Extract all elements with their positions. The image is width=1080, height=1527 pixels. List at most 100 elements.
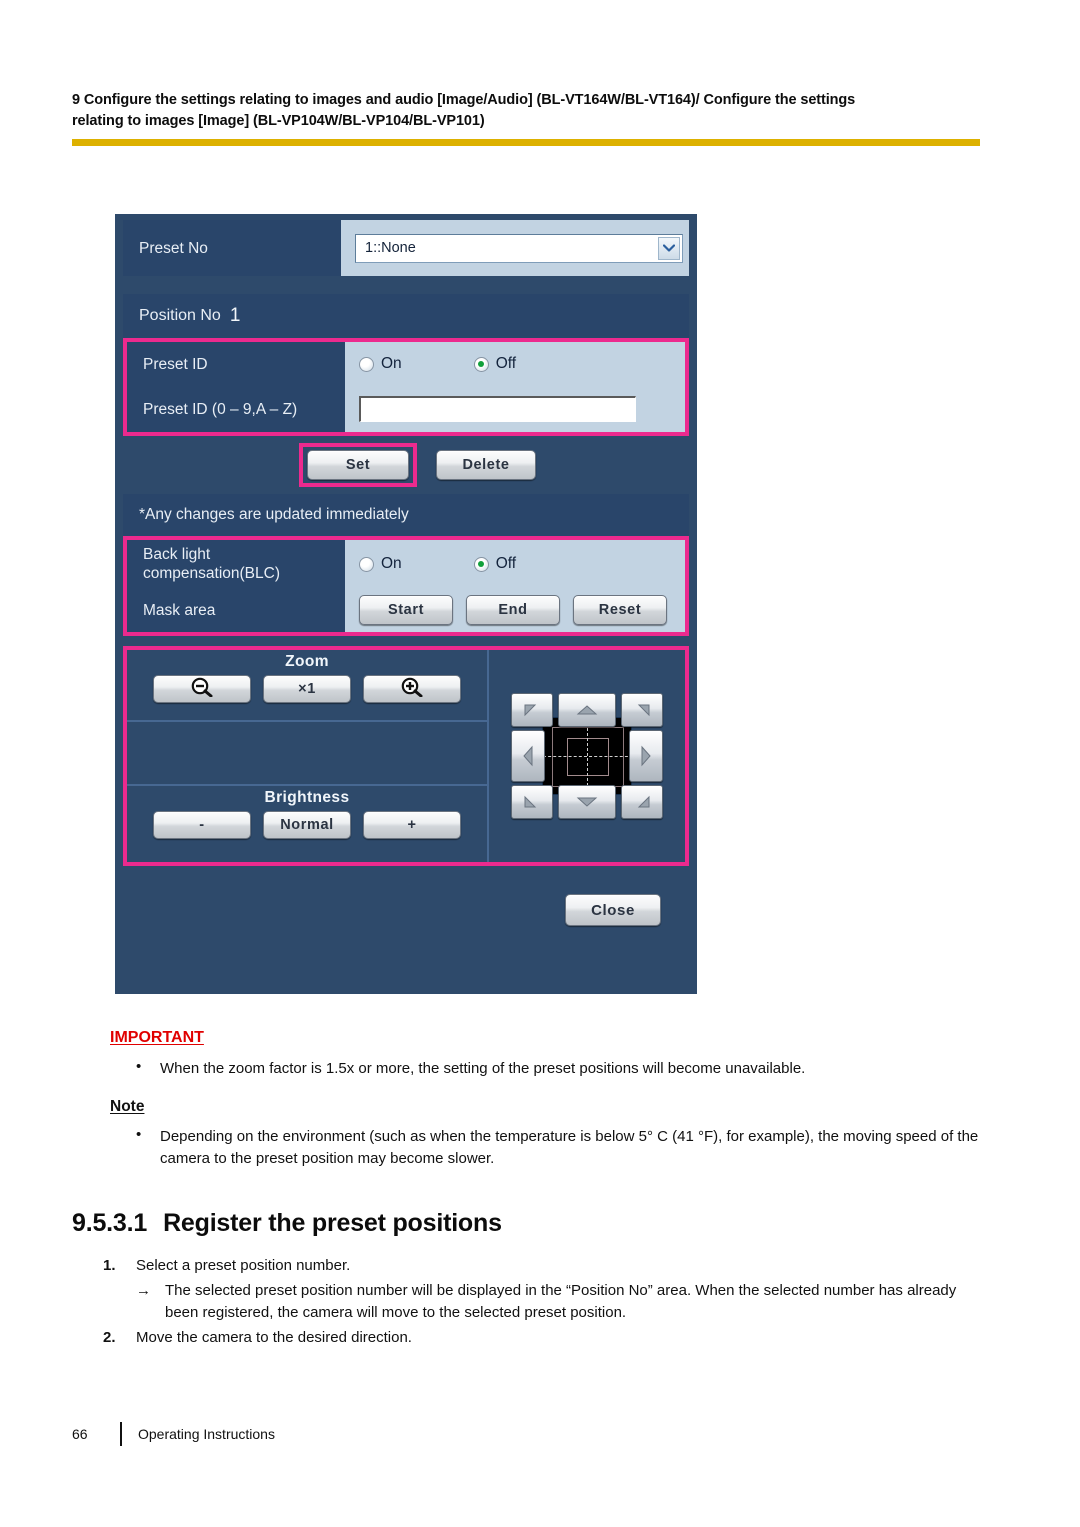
zoom-out-button[interactable]	[153, 675, 251, 703]
zoom-buttons: ×1	[127, 671, 487, 703]
pan-up-right-button[interactable]	[621, 693, 663, 727]
preset-no-row: Preset No 1::None	[123, 220, 689, 276]
section-number: 9.5.3.1	[72, 1209, 148, 1237]
brightness-title: Brightness	[264, 789, 350, 806]
brightness-buttons: - Normal +	[127, 807, 487, 839]
set-button-highlight-box: Set	[299, 443, 417, 487]
zoom-in-magnifier-icon	[399, 677, 425, 701]
position-no-row: Position No 1	[123, 294, 689, 338]
pan-up-left-button[interactable]	[511, 693, 553, 727]
control-spacer-section	[127, 722, 487, 786]
brightness-minus-button[interactable]: -	[153, 811, 251, 839]
pan-up-button[interactable]	[558, 693, 616, 727]
step-1-substep: → The selected preset position number wi…	[136, 1280, 993, 1325]
zoom-reset-button[interactable]: ×1	[263, 675, 351, 703]
important-bullet: • When the zoom factor is 1.5x or more, …	[136, 1058, 986, 1080]
blc-value-cell: On Off	[345, 540, 685, 588]
zoom-section: Zoom ×1	[127, 650, 487, 722]
preset-id-radio-on[interactable]: On	[359, 355, 402, 373]
blc-on-label: On	[381, 555, 402, 572]
preset-id-field-cell	[345, 386, 685, 432]
radio-icon-blc-off[interactable]	[473, 556, 489, 572]
preset-id-input[interactable]	[359, 396, 636, 422]
important-bullet-text: When the zoom factor is 1.5x or more, th…	[160, 1060, 806, 1077]
delete-button[interactable]: Delete	[436, 450, 536, 480]
preset-id-field-row: Preset ID (0 – 9,A – Z)	[127, 386, 685, 432]
preset-id-radio-off[interactable]: Off	[473, 355, 517, 373]
blc-off-label: Off	[495, 555, 517, 572]
blc-radio-on[interactable]: On	[359, 555, 402, 573]
pan-tilt-preview-area[interactable]	[542, 717, 633, 796]
step-1-number: 1.	[103, 1257, 116, 1274]
dialog-spacer-1	[123, 276, 689, 294]
step-2-body: Move the camera to the desired direction…	[136, 1327, 993, 1350]
list-item: 2. Move the camera to the desired direct…	[103, 1327, 993, 1350]
footer-doc-title: Operating Instructions	[138, 1426, 275, 1442]
radio-icon-on[interactable]	[359, 356, 374, 372]
close-button-row: Close	[123, 866, 689, 954]
preset-no-select[interactable]: 1::None	[355, 233, 683, 263]
arrow-right-icon: →	[136, 1281, 151, 1299]
chevron-down-icon[interactable]	[658, 236, 680, 260]
step-1-body: Select a preset position number. → The s…	[136, 1255, 993, 1325]
footer-divider	[120, 1422, 122, 1446]
blc-label-line-2: compensation(BLC)	[143, 565, 280, 582]
blc-radio-group: On Off	[359, 555, 588, 573]
preset-id-row: Preset ID On Off	[127, 342, 685, 386]
position-no-value: 1	[229, 305, 241, 326]
section-heading: 9.5.3.1 Register the preset positions	[72, 1209, 502, 1238]
header-line-1: 9 Configure the settings relating to ima…	[72, 92, 856, 108]
blc-radio-off[interactable]: Off	[473, 555, 517, 573]
brightness-normal-button[interactable]: Normal	[263, 811, 351, 839]
preset-no-value-cell: 1::None	[341, 220, 689, 276]
zoom-in-button[interactable]	[363, 675, 461, 703]
important-bullet-marker: •	[136, 1058, 142, 1075]
update-notice: *Any changes are updated immediately	[123, 494, 689, 536]
blc-mask-highlight-box: Back light compensation(BLC) On Off Mask…	[123, 536, 689, 636]
preset-id-off-label: Off	[495, 355, 517, 372]
mask-area-row: Mask area Start End Reset	[127, 588, 685, 632]
set-button[interactable]: Set	[307, 450, 409, 480]
radio-icon-off[interactable]	[473, 356, 489, 372]
close-button[interactable]: Close	[565, 894, 661, 926]
preview-horizontal-crosshair	[543, 756, 633, 757]
preset-no-label: Preset No	[123, 220, 341, 276]
mask-area-value-cell: Start End Reset	[345, 588, 685, 632]
dialog-spacer-2	[123, 636, 689, 646]
header-line-2: relating to images [Image] (BL-VP104W/BL…	[72, 113, 485, 129]
brightness-section: Brightness - Normal +	[127, 786, 487, 858]
footer-page-number: 66	[72, 1426, 88, 1442]
step-2-number: 2.	[103, 1328, 116, 1346]
mask-end-button[interactable]: End	[466, 595, 560, 625]
preset-id-label: Preset ID	[127, 342, 345, 386]
header-rule	[72, 139, 980, 146]
brightness-plus-button[interactable]: +	[363, 811, 461, 839]
zoom-brightness-pad-highlight-box: Zoom ×1 Brightness - Normal +	[123, 646, 689, 866]
note-heading: Note	[110, 1098, 145, 1115]
pan-left-button[interactable]	[511, 730, 545, 782]
radio-icon-blc-on[interactable]	[359, 556, 374, 572]
blc-label: Back light compensation(BLC)	[127, 540, 345, 588]
preview-inner-rect	[567, 738, 609, 776]
pan-down-left-button[interactable]	[511, 785, 553, 819]
step-1-text: Select a preset position number.	[136, 1257, 351, 1274]
preset-id-field-label: Preset ID (0 – 9,A – Z)	[127, 386, 345, 432]
mask-start-button[interactable]: Start	[359, 595, 453, 625]
pan-down-button[interactable]	[558, 785, 616, 819]
zoom-out-magnifier-icon	[189, 677, 215, 701]
step-1-substep-text: The selected preset position number will…	[165, 1281, 957, 1322]
preset-id-value-cell: On Off	[345, 342, 685, 386]
set-delete-button-bar: Set Delete	[123, 436, 689, 494]
zoom-brightness-column: Zoom ×1 Brightness - Normal +	[127, 650, 489, 862]
pan-down-right-button[interactable]	[621, 785, 663, 819]
section-title: Register the preset positions	[163, 1209, 502, 1237]
note-bullet-marker: •	[136, 1126, 142, 1143]
pan-right-button[interactable]	[629, 730, 663, 782]
mask-reset-button[interactable]: Reset	[573, 595, 667, 625]
step-2-text: Move the camera to the desired direction…	[136, 1328, 412, 1346]
camera-control-panel: Zoom ×1 Brightness - Normal +	[127, 650, 685, 862]
mask-area-label: Mask area	[127, 588, 345, 632]
zoom-title: Zoom	[285, 653, 329, 670]
important-heading: IMPORTANT	[110, 1029, 204, 1046]
document-header: 9 Configure the settings relating to ima…	[72, 90, 982, 132]
